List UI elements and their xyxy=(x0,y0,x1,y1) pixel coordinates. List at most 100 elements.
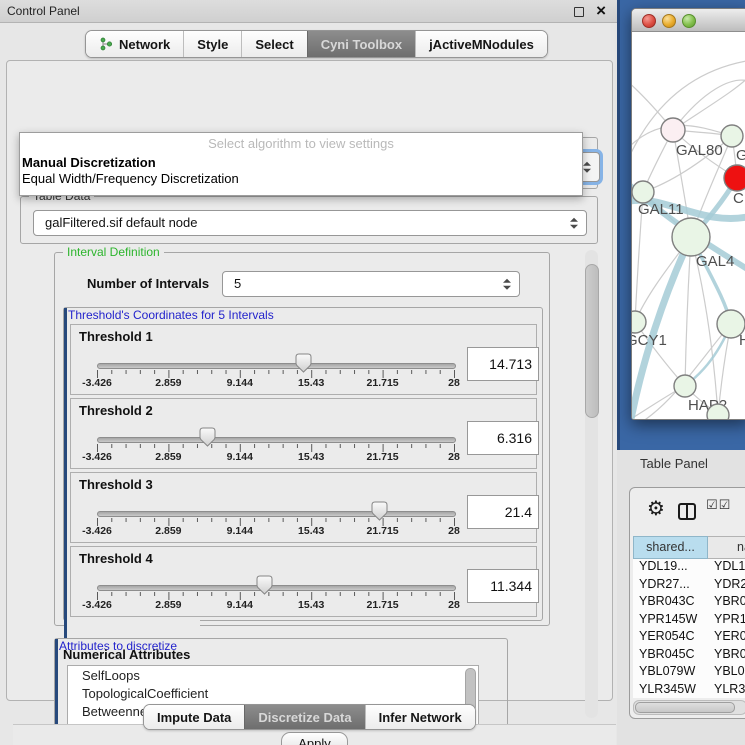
tab-jactivemnodules-label: jActiveMNodules xyxy=(429,37,534,52)
cell-ylr3: YLR3 xyxy=(714,681,745,699)
tab-style[interactable]: Style xyxy=(183,31,241,57)
close-panel-icon[interactable]: × xyxy=(596,0,606,21)
cell-ypr1: YPR1 xyxy=(714,611,745,629)
threshold-2-ticks xyxy=(97,444,456,453)
table-row[interactable]: YDL19...YDL1 xyxy=(633,558,745,576)
apply-button[interactable]: Apply xyxy=(281,732,348,745)
tick-label: 21.715 xyxy=(367,599,399,611)
network-canvas[interactable]: GAL80GACGAL11GAL4GCY1HHAP2 xyxy=(632,32,745,420)
attribute-item-selfloops[interactable]: SelfLoops xyxy=(68,668,478,684)
network-window-titlebar[interactable] xyxy=(632,9,745,32)
table-row[interactable]: YLR345WYLR3 xyxy=(633,681,745,699)
tab-cyni-toolbox[interactable]: Cyni Toolbox xyxy=(307,31,415,57)
network-node-label: C xyxy=(733,190,744,207)
network-edge[interactable] xyxy=(673,74,745,130)
cyni-toolbox-content: Discretization Algorithm Select algorith… xyxy=(6,60,611,699)
threshold-1-value-field[interactable]: 14.713 xyxy=(467,347,539,381)
settings-scroll-area: Interval Definition Number of Intervals … xyxy=(19,244,579,724)
threshold-1-slider-handle[interactable] xyxy=(295,353,312,373)
network-node-gal80[interactable] xyxy=(661,118,685,142)
top-tab-strip: Network Style Select Cyni Toolbox jActiveMNo… xyxy=(85,30,548,58)
threshold-1-slider-track[interactable] xyxy=(97,363,456,369)
tick-label: 28 xyxy=(448,525,460,537)
threshold-1-label: Threshold 1 xyxy=(79,329,153,344)
tab-network-label: Network xyxy=(119,37,170,52)
mac-zoom-button[interactable] xyxy=(682,14,696,28)
table-row[interactable]: YER054CYER0 xyxy=(633,628,745,646)
node-attribute-table: shared...naYDL19...YDL1YDR27...YDR2YBR04… xyxy=(633,536,745,698)
tick-label: 2.859 xyxy=(155,451,181,463)
table-row[interactable]: YPR145W YPR1 xyxy=(633,611,745,629)
combo-arrows-icon xyxy=(570,218,578,229)
threshold-4-slider-track[interactable] xyxy=(97,585,456,591)
table-hscrollbar[interactable] xyxy=(633,700,745,715)
table-row[interactable]: YDR27...YDR2 xyxy=(633,576,745,594)
cell-ybl079w: YBL079W xyxy=(639,663,707,681)
threshold-4-value-field[interactable]: 11.344 xyxy=(467,569,539,603)
tick-label: 28 xyxy=(448,451,460,463)
settings-scrollbar-thumb[interactable] xyxy=(585,264,599,418)
number-of-intervals-spinner[interactable]: 5 xyxy=(222,271,520,297)
mac-close-button[interactable] xyxy=(642,14,656,28)
cell-ybr045c: YBR045C xyxy=(639,646,707,664)
threshold-4-slider-handle[interactable] xyxy=(256,575,273,595)
threshold-block-1: Threshold 1-3.4262.8599.14415.4321.71528… xyxy=(70,324,537,395)
threshold-3-slider-handle[interactable] xyxy=(371,501,388,521)
tick-label: 9.144 xyxy=(227,599,253,611)
tick-label: 15.43 xyxy=(298,525,324,537)
threshold-2-slider-track[interactable] xyxy=(97,437,456,443)
threshold-2-value-field[interactable]: 6.316 xyxy=(467,421,539,455)
network-node-unlabeled[interactable] xyxy=(707,404,729,420)
tab-network[interactable]: Network xyxy=(86,31,183,57)
table-row[interactable]: YBR045CYBR0 xyxy=(633,646,745,664)
column-header-na[interactable]: na xyxy=(708,536,745,559)
bottom-tab-impute-data-label: Impute Data xyxy=(157,710,231,725)
cell-ypr145w: YPR145W xyxy=(639,611,707,629)
tick-label: 15.43 xyxy=(298,599,324,611)
cell-ybl0: YBL0 xyxy=(714,663,745,681)
gear-icon[interactable]: ⚙ xyxy=(647,496,665,520)
tab-jactivemnodules[interactable]: jActiveMNodules xyxy=(415,31,547,57)
columns-layout-icon[interactable] xyxy=(678,503,696,520)
settings-scrollbar[interactable] xyxy=(585,250,598,718)
table-panel-title: Table Panel xyxy=(640,456,708,471)
threshold-4-label: Threshold 4 xyxy=(79,551,153,566)
tick-label: -3.426 xyxy=(82,599,112,611)
bottom-tab-infer-network[interactable]: Infer Network xyxy=(365,705,475,729)
bottom-tab-strip: Impute Data Discretize DataInfer Network xyxy=(143,704,476,730)
column-header-shared[interactable]: shared... xyxy=(633,536,708,559)
cell-ydl1: YDL1 xyxy=(714,558,745,576)
table-row[interactable]: YBR043CYBR0 xyxy=(633,593,745,611)
network-node-gal4[interactable] xyxy=(672,218,710,256)
network-desktop: GAL80GACGAL11GAL4GCY1HHAP2 Table Panel ⚙… xyxy=(617,0,745,745)
table-data-combo[interactable]: galFiltered.sif default node xyxy=(33,210,587,236)
network-edge[interactable] xyxy=(685,237,691,386)
combo-arrows-icon xyxy=(583,162,591,173)
network-node-gcy1[interactable] xyxy=(632,311,646,333)
network-node-gal11[interactable] xyxy=(632,181,654,203)
bottom-tab-impute-data[interactable]: Impute Data xyxy=(144,705,244,729)
checkbox-filter-icons[interactable]: ☑☑ xyxy=(706,498,731,513)
threshold-2-slider-handle[interactable] xyxy=(199,427,216,447)
tab-cyni-toolbox-label: Cyni Toolbox xyxy=(321,37,402,52)
table-hscrollbar-thumb[interactable] xyxy=(635,702,735,713)
threshold-3-slider-track[interactable] xyxy=(97,511,456,517)
algorithm-option-equal-width-frequency-discretization[interactable]: Equal Width/Frequency Discretization xyxy=(22,171,239,186)
bottom-tab-discretize-data[interactable]: Discretize Data xyxy=(244,705,364,729)
network-node-c[interactable] xyxy=(724,165,745,191)
tab-select[interactable]: Select xyxy=(241,31,306,57)
mac-minimize-button[interactable] xyxy=(662,14,676,28)
algorithm-option-manual-discretization[interactable]: Manual Discretization xyxy=(22,155,156,170)
threshold-3-value-field[interactable]: 21.4 xyxy=(467,495,539,529)
attribute-item-topologicalcoefficient[interactable]: TopologicalCoefficient xyxy=(68,686,478,702)
network-node-hap2[interactable] xyxy=(674,375,696,397)
network-node-ga[interactable] xyxy=(721,125,743,147)
table-panel-container: ⚙ ☑☑ shared...naYDL19...YDL1YDR27...YDR2… xyxy=(629,487,745,719)
table-row[interactable]: YBL079W YBL0 xyxy=(633,663,745,681)
threshold-1-ticks xyxy=(97,370,456,379)
tick-label: 15.43 xyxy=(298,377,324,389)
tick-label: 2.859 xyxy=(155,599,181,611)
algorithm-prompt-item[interactable]: Select algorithm to view settings xyxy=(20,136,582,151)
tab-style-label: Style xyxy=(197,37,228,52)
float-window-icon[interactable] xyxy=(574,7,584,17)
